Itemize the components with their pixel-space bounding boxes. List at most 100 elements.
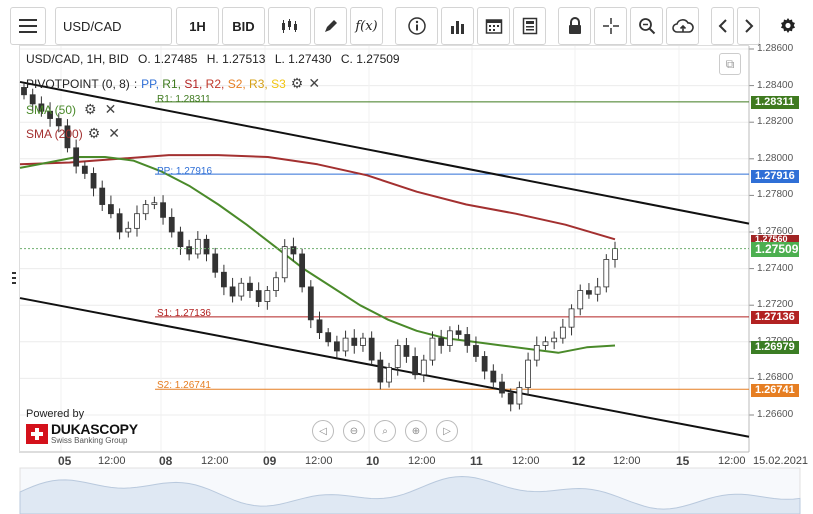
sma50-name: SMA (50) — [26, 102, 77, 117]
candle-bearish — [438, 337, 445, 346]
candle-bearish — [186, 246, 193, 255]
pivot-items: PP, R1, S1, R2, S2, R3, S3 — [141, 77, 286, 91]
candle-bearish — [316, 319, 323, 334]
navigator-panel[interactable] — [19, 468, 799, 514]
candle-bearish — [333, 341, 340, 352]
time-tick-label: 05 — [58, 454, 72, 468]
chart-app: USD/CAD 1H BID f(x) USD/CAD, 1H, BID O. … — [0, 0, 813, 514]
pivot-remove-icon[interactable]: ✕ — [308, 75, 320, 92]
ohlc-info: USD/CAD, 1H, BID O. 1.27485 H. 1.27513 L… — [26, 52, 406, 66]
candle-bearish — [473, 345, 479, 357]
sma200-settings-icon[interactable]: ⚙ — [88, 125, 101, 142]
pivot-separator: : — [133, 76, 138, 91]
price-tick-label: 1.28000 — [757, 152, 794, 164]
s1-label: S1: 1.27136 — [157, 308, 211, 319]
candle-bullish — [142, 204, 149, 215]
candle-bearish — [168, 216, 175, 233]
price-tick-label: 1.27800 — [757, 189, 794, 201]
sma50-settings-icon[interactable]: ⚙ — [84, 101, 97, 118]
time-tick-label: 11 — [470, 454, 483, 468]
candle-bearish — [377, 359, 384, 383]
candle-bullish — [516, 387, 523, 405]
sma200-legend: SMA (200) ⚙ ✕ — [26, 125, 120, 142]
candle-bullish — [360, 337, 366, 346]
candle-bullish — [429, 337, 436, 361]
pivot-item: R3, — [249, 76, 272, 91]
pivot-item: PP, — [141, 76, 163, 91]
powered-by-text: Powered by — [26, 408, 85, 420]
pan-left-button[interactable]: ◁ — [312, 420, 334, 442]
sma50-price-tag: 1.26979 — [751, 341, 799, 354]
price-tick-label: 1.26600 — [757, 409, 794, 420]
swiss-cross-icon — [26, 423, 48, 444]
sma200-path — [19, 154, 616, 241]
candle-bullish — [551, 337, 558, 343]
channel-upper-line — [19, 80, 750, 225]
candle-bearish — [499, 381, 505, 394]
sma200-line — [19, 154, 616, 241]
expand-icon: ⧉ — [725, 56, 735, 71]
time-tick-label: 12:00 — [408, 455, 436, 467]
candle-bearish — [212, 253, 219, 273]
r1-label: R1: 1.28311 — [157, 94, 211, 105]
triangle-left-icon: ◁ — [319, 425, 327, 437]
candle-bearish — [203, 238, 210, 255]
candle-bearish — [351, 337, 358, 346]
sma200-remove-icon[interactable]: ✕ — [108, 125, 120, 142]
time-tick-label: 08 — [159, 454, 173, 468]
candle-bullish — [238, 282, 245, 297]
candle-bearish — [368, 337, 375, 361]
candle-bearish — [299, 253, 306, 288]
candle-bullish — [394, 345, 401, 368]
candle-bearish — [412, 356, 419, 376]
open-value: O. 1.27485 — [138, 52, 198, 66]
sma50-remove-icon[interactable]: ✕ — [105, 101, 117, 118]
pivot-item: S2, — [227, 76, 250, 91]
candle-bearish — [220, 271, 227, 288]
close-value: C. 1.27509 — [340, 52, 400, 66]
candle-bearish — [160, 202, 166, 218]
zoom-reset-button[interactable]: ⌕ — [374, 420, 396, 442]
zoom-out-button[interactable]: ⊖ — [343, 420, 365, 442]
price-tick-label: 1.27400 — [757, 262, 794, 274]
candle-bearish — [247, 282, 253, 291]
candle-bullish — [151, 202, 158, 205]
pp-price-tag: 1.27916 — [751, 170, 799, 183]
fullscreen-button[interactable]: ⧉ — [719, 53, 741, 75]
candle-bullish — [612, 248, 618, 260]
time-tick-label: 12:00 — [512, 455, 540, 467]
candle-bullish — [542, 341, 549, 346]
candle-bullish — [594, 286, 601, 295]
zoom-in-button[interactable]: ⊕ — [405, 420, 427, 442]
zoom-out-icon: ⊖ — [349, 425, 359, 437]
candle-bearish — [99, 187, 106, 205]
time-tick-label: 10 — [366, 454, 380, 468]
candle-bearish — [481, 356, 488, 372]
candle-bearish — [325, 332, 332, 343]
brand-name: DUKASCOPY — [51, 421, 138, 437]
triangle-right-icon: ▷ — [443, 425, 451, 437]
time-tick-label: 12:00 — [613, 455, 641, 467]
pivot-item: R2, — [205, 76, 228, 91]
candle-bearish — [290, 246, 297, 255]
panel-resize-handle[interactable] — [12, 272, 18, 290]
time-tick-label: 12:00 — [718, 455, 746, 467]
candle-bearish — [116, 213, 123, 233]
candle-bullish — [386, 367, 392, 383]
trend-channel — [19, 80, 750, 438]
pivot-settings-icon[interactable]: ⚙ — [291, 75, 304, 92]
candle-bullish — [264, 290, 271, 302]
s2-label: S2: 1.26741 — [157, 380, 211, 391]
time-tick-label: 15 — [676, 454, 690, 468]
symbol-line: USD/CAD, 1H, BID — [26, 52, 129, 66]
chart-navigation: ◁ ⊖ ⌕ ⊕ ▷ — [312, 420, 467, 442]
pivot-item: R1, — [162, 76, 185, 91]
candle-bullish — [125, 227, 132, 233]
candle-bearish — [464, 334, 471, 346]
sma50-legend: SMA (50) ⚙ ✕ — [26, 101, 116, 118]
candle-bearish — [490, 370, 497, 383]
pan-right-button[interactable]: ▷ — [436, 420, 458, 442]
candle-bullish — [525, 359, 531, 388]
price-tick-label: 1.27200 — [757, 299, 794, 311]
high-value: H. 1.27513 — [206, 52, 266, 66]
